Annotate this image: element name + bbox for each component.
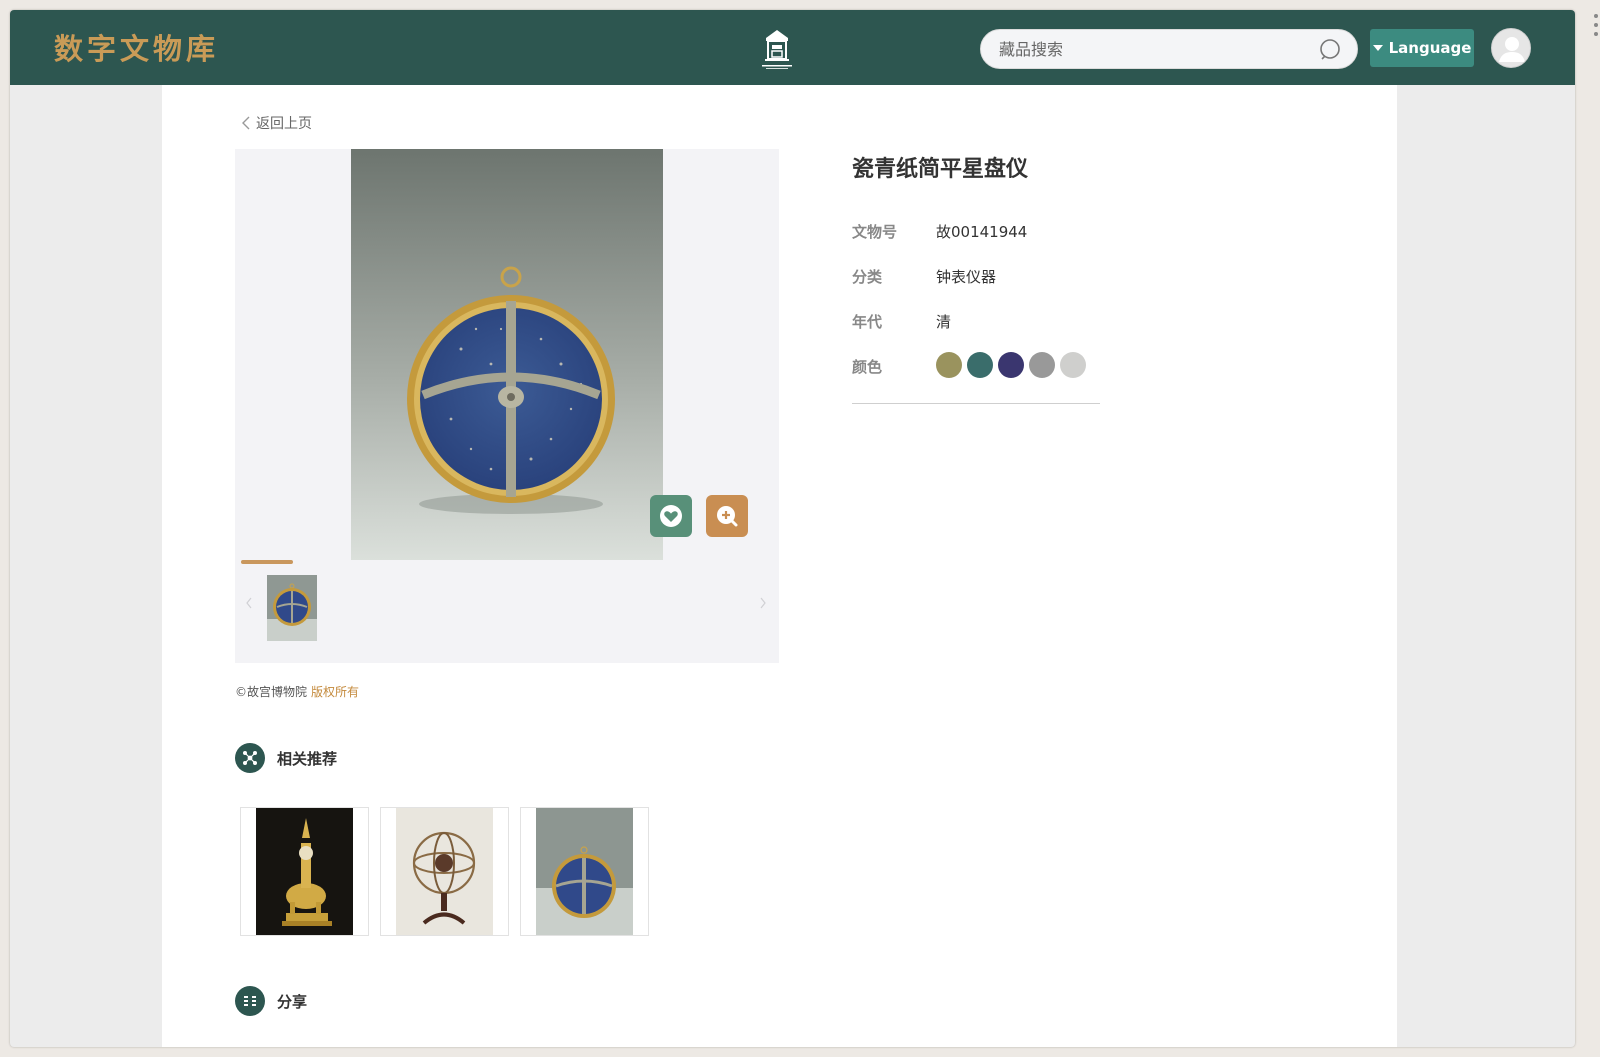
top-navigation-bar: 数字文物库 Language	[10, 10, 1575, 85]
language-label: Language	[1388, 39, 1472, 57]
back-label: 返回上页	[256, 116, 312, 132]
zoom-in-icon	[717, 506, 738, 527]
gallery-progress-fill	[241, 560, 293, 564]
gallery-thumbnail[interactable]	[267, 575, 317, 641]
field-label: 文物号	[852, 223, 898, 241]
chevron-left-icon[interactable]	[243, 595, 255, 611]
caret-down-icon	[1372, 45, 1383, 51]
nodes-icon	[235, 743, 265, 773]
field-value: 故00141944	[936, 223, 1028, 241]
browser-window: 数字文物库 Language	[10, 10, 1575, 1047]
color-swatch[interactable]	[998, 352, 1024, 378]
user-icon	[1499, 37, 1525, 62]
copyright-notice: ©故宫博物院 版权所有	[235, 683, 359, 700]
field-value[interactable]: 清	[936, 311, 951, 332]
artifact-main-image[interactable]	[351, 149, 663, 560]
info-divider	[852, 403, 1100, 404]
window-handle[interactable]	[1594, 14, 1598, 36]
related-items-list	[240, 807, 649, 936]
copyright-owner: ©故宫博物院	[235, 685, 308, 699]
color-swatch[interactable]	[1060, 352, 1086, 378]
gallery-progress-bar	[241, 560, 293, 564]
favorite-button[interactable]	[650, 495, 692, 537]
user-avatar[interactable]	[1491, 28, 1531, 68]
share-section-title: 分享	[277, 992, 308, 1011]
color-swatches	[936, 352, 1086, 378]
search-icon[interactable]	[1319, 38, 1343, 62]
zoom-button[interactable]	[706, 495, 748, 537]
back-link[interactable]: 返回上页	[240, 113, 312, 133]
field-value[interactable]: 钟表仪器	[936, 266, 996, 287]
field-label: 年代	[852, 313, 883, 331]
search-box[interactable]	[980, 29, 1358, 69]
artifact-detail-page: 返回上页 ©故宫博物院 版权所有 瓷青纸简平星盘仪 文物号 故00141944 …	[162, 85, 1397, 1047]
related-item[interactable]	[520, 807, 649, 936]
site-title[interactable]: 数字文物库	[54, 26, 219, 68]
copyright-rights-link[interactable]: 版权所有	[311, 685, 359, 699]
field-label: 颜色	[852, 358, 883, 376]
color-swatch[interactable]	[1029, 352, 1055, 378]
related-section-title: 相关推荐	[277, 749, 338, 768]
related-item-image-armillary-sphere	[396, 808, 493, 935]
museum-logo-icon[interactable]	[757, 27, 797, 71]
share-section-header: 分享	[235, 986, 307, 1016]
color-swatch[interactable]	[967, 352, 993, 378]
related-section-header: 相关推荐	[235, 743, 337, 773]
chevron-right-icon[interactable]	[757, 595, 769, 611]
related-item-image-astrolabe	[536, 808, 633, 935]
search-input[interactable]	[999, 30, 1309, 68]
related-item-image-elephant-clock	[256, 808, 353, 935]
heart-icon	[660, 505, 682, 527]
related-item[interactable]	[240, 807, 369, 936]
chevron-left-icon	[242, 116, 250, 130]
related-item[interactable]	[380, 807, 509, 936]
share-icon	[235, 986, 265, 1016]
image-gallery	[235, 149, 779, 663]
field-label: 分类	[852, 268, 883, 286]
artifact-title: 瓷青纸简平星盘仪	[852, 157, 1029, 182]
color-swatch[interactable]	[936, 352, 962, 378]
language-button[interactable]: Language	[1370, 29, 1474, 67]
